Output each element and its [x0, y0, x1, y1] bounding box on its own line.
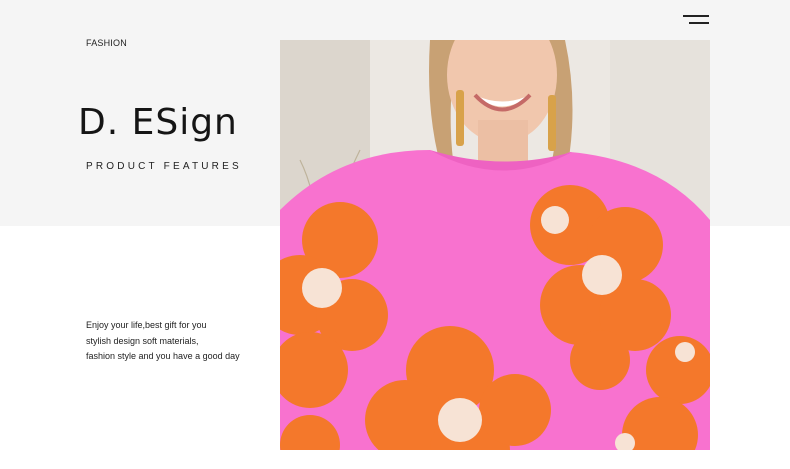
product-features-subtitle: PRODUCT FEATURES [86, 161, 242, 172]
description-line: fashion style and you have a good day [86, 351, 240, 361]
description-line: Enjoy your life,best gift for you [86, 320, 207, 330]
model-sweater-illustration [280, 40, 710, 450]
category-label: FASHION [86, 38, 127, 48]
product-photo [280, 40, 710, 450]
product-description: Enjoy your life,best gift for you stylis… [86, 318, 276, 365]
hamburger-menu-icon[interactable] [680, 12, 712, 30]
description-line: stylish design soft materials, [86, 335, 199, 346]
brand-title: D. ESign [78, 102, 238, 143]
